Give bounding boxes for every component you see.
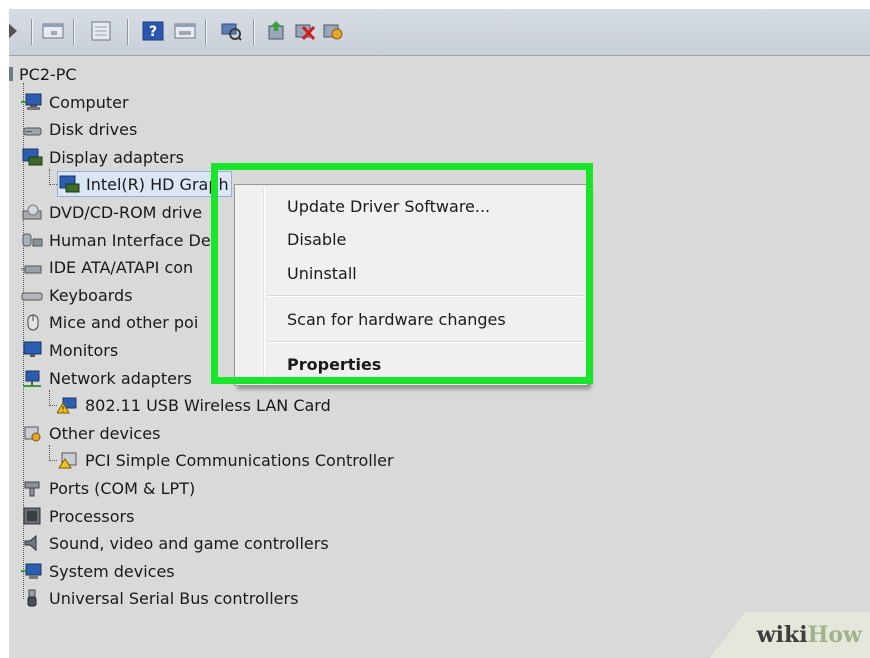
tree-root[interactable]: PC2-PC: [9, 61, 77, 87]
tree-item-label: Processors: [49, 506, 135, 526]
tree-line: [49, 405, 57, 406]
tree-line: [49, 445, 50, 459]
toolbar: ?: [9, 9, 870, 56]
wikihow-watermark: wiki How: [710, 612, 870, 658]
tree-item-label: 802.11 USB Wireless LAN Card: [85, 395, 331, 415]
tree-item[interactable]: Ports (COM & LPT): [21, 475, 195, 501]
svg-text:?: ?: [149, 24, 157, 40]
tree-item-label: Ports (COM & LPT): [49, 478, 196, 498]
svg-text:!: !: [61, 405, 64, 414]
tree-item[interactable]: Computer: [21, 89, 129, 115]
display-adapter-icon: [58, 174, 80, 194]
window-icon[interactable]: [89, 19, 113, 43]
hid-icon: [21, 230, 43, 250]
toolbar-separator: [31, 19, 32, 45]
toolbar-separator: [127, 19, 128, 45]
tree-line: [49, 169, 50, 185]
tree-item[interactable]: Display adapters: [21, 144, 184, 170]
tree-item[interactable]: DVD/CD-ROM drive: [21, 199, 202, 225]
menu-item-properties[interactable]: Properties: [287, 349, 381, 379]
tree-line: [49, 184, 57, 185]
processor-icon: [21, 506, 43, 526]
tree-item[interactable]: Universal Serial Bus controllers: [21, 585, 298, 611]
port-icon: [21, 478, 43, 498]
menu-item-uninstall[interactable]: Uninstall: [287, 258, 357, 288]
forward-arrow-icon[interactable]: [9, 19, 19, 43]
warning-device-icon: [57, 450, 79, 470]
keyboard-icon: [21, 285, 43, 305]
dvd-drive-icon: [21, 202, 43, 222]
usb-icon: [21, 588, 43, 608]
disk-drive-icon: [21, 119, 43, 139]
network-adapter-icon: [21, 368, 43, 388]
watermark-wiki: wiki: [756, 622, 808, 648]
tree-item[interactable]: Human Interface De: [21, 227, 211, 253]
tree-item[interactable]: Network adapters: [21, 365, 192, 391]
tree-item[interactable]: Processors: [21, 503, 134, 529]
tree-item-label: Display adapters: [49, 147, 185, 167]
tree-item-label: IDE ATA/ATAPI con: [49, 257, 194, 277]
uninstall-icon[interactable]: [293, 19, 317, 43]
tree-item-label: Disk drives: [49, 119, 138, 139]
tree-line: [49, 460, 57, 461]
computer-root-icon: [9, 64, 13, 84]
tree-item[interactable]: Intel(R) HD Graph: [57, 171, 232, 197]
unknown-device-icon: [21, 423, 43, 443]
tree-item-label: Human Interface De: [49, 230, 211, 250]
help-icon[interactable]: ?: [141, 19, 165, 43]
monitor-icon: [21, 340, 43, 360]
enable-icon[interactable]: [321, 19, 345, 43]
tree-item[interactable]: Other devices: [21, 420, 160, 446]
menu-separator: [267, 341, 583, 343]
context-menu: Update Driver Software... Disable Uninst…: [234, 184, 588, 386]
tree-line: [49, 390, 50, 404]
computer-icon: [21, 92, 43, 112]
device-manager-window: ? PC2-PC Computer Disk drives Display ad…: [9, 9, 870, 658]
watermark-how: How: [807, 622, 862, 648]
menu-item-scan[interactable]: Scan for hardware changes: [287, 304, 506, 334]
properties-icon[interactable]: [173, 19, 197, 43]
tree-item-label: Intel(R) HD Graph: [86, 174, 229, 194]
tree-item[interactable]: Keyboards: [21, 282, 133, 308]
tree-item[interactable]: System devices: [21, 558, 175, 584]
toolbar-separator: [205, 19, 206, 45]
tree-item[interactable]: ! 802.11 USB Wireless LAN Card: [57, 392, 331, 418]
view-icon[interactable]: [41, 19, 65, 43]
toolbar-separator: [253, 19, 254, 45]
tree-item[interactable]: Sound, video and game controllers: [21, 530, 329, 556]
menu-item-update-driver[interactable]: Update Driver Software...: [287, 191, 490, 221]
tree-item[interactable]: IDE ATA/ATAPI con: [21, 254, 193, 280]
tree-item-label: Other devices: [49, 423, 161, 443]
menu-gutter: [263, 187, 265, 383]
tree-item-label: DVD/CD-ROM drive: [49, 202, 203, 222]
tree-item-label: Mice and other poi: [49, 312, 199, 332]
tree-item[interactable]: Disk drives: [21, 116, 137, 142]
sound-icon: [21, 533, 43, 553]
tree-item-label: PCI Simple Communications Controller: [85, 450, 394, 470]
update-driver-icon[interactable]: [265, 19, 289, 43]
tree-item-label: Keyboards: [49, 285, 133, 305]
mouse-icon: [21, 312, 43, 332]
tree-item[interactable]: Mice and other poi: [21, 309, 198, 335]
tree-root-label: PC2-PC: [19, 64, 77, 84]
warning-network-icon: !: [57, 395, 79, 415]
tree-item[interactable]: PCI Simple Communications Controller: [57, 447, 394, 473]
ide-controller-icon: [21, 257, 43, 277]
system-device-icon: [21, 561, 43, 581]
tree-item-label: Monitors: [49, 340, 119, 360]
scan-icon[interactable]: [219, 19, 243, 43]
toolbar-separator: [73, 19, 74, 45]
menu-separator: [267, 295, 583, 297]
tree-item-label: Universal Serial Bus controllers: [49, 588, 299, 608]
display-adapter-icon: [21, 147, 43, 167]
tree-item-label: System devices: [49, 561, 175, 581]
tree-item-label: Network adapters: [49, 368, 192, 388]
menu-item-disable[interactable]: Disable: [287, 224, 346, 254]
tree-item-label: Computer: [49, 92, 129, 112]
tree-item-label: Sound, video and game controllers: [49, 533, 329, 553]
tree-item[interactable]: Monitors: [21, 337, 118, 363]
